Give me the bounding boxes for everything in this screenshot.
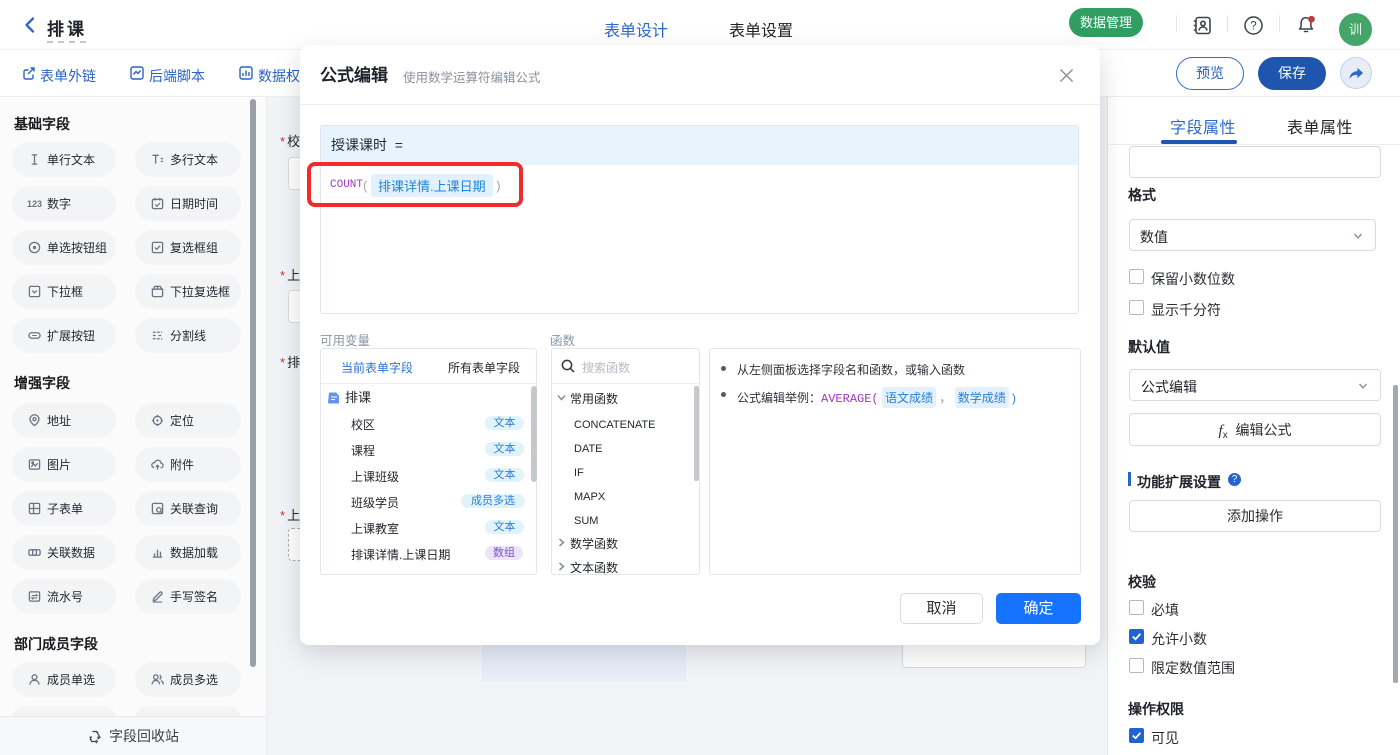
- svg-text:?: ?: [1250, 21, 1256, 33]
